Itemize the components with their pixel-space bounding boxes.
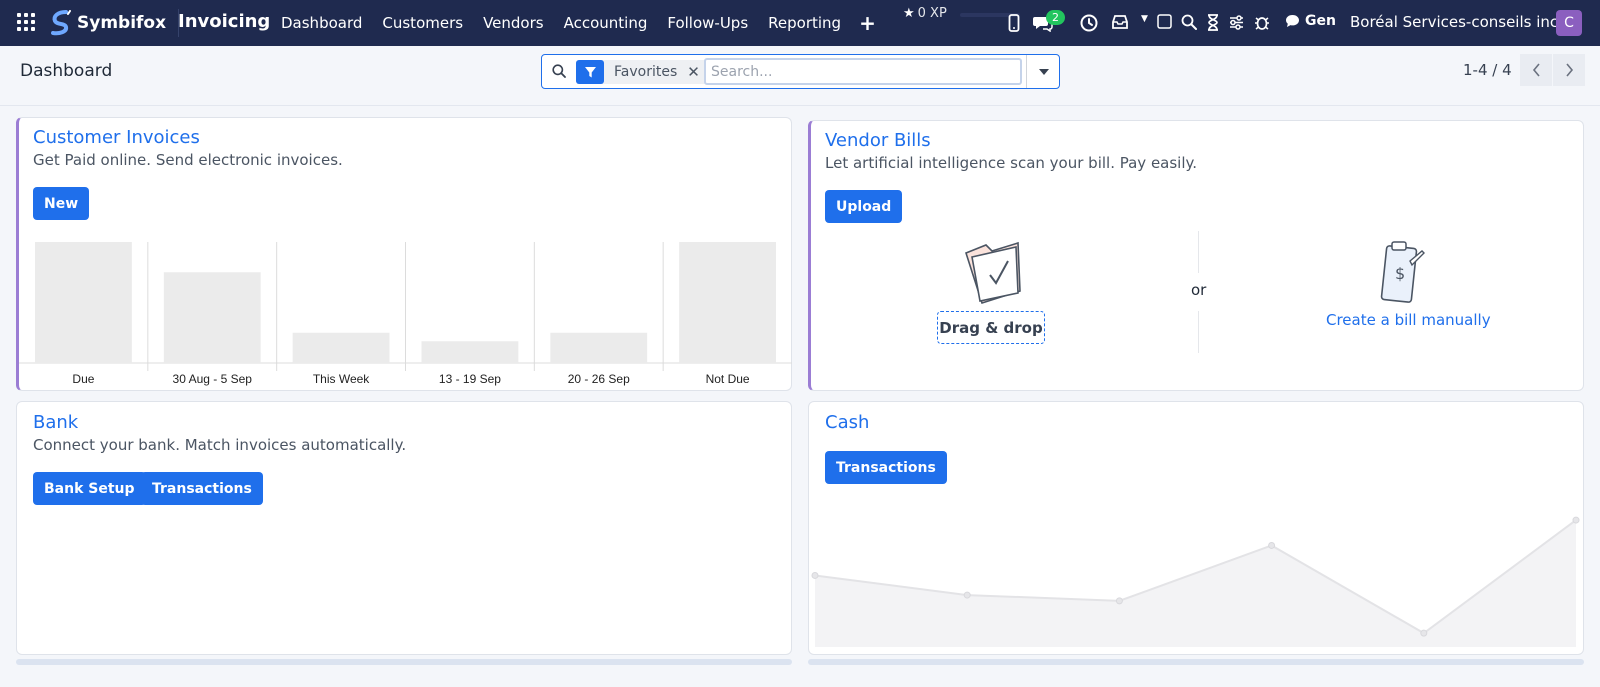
chart-area xyxy=(815,520,1576,647)
inbox-icon[interactable] xyxy=(1112,15,1128,29)
chart-point[interactable] xyxy=(811,571,819,579)
menu-item-customers[interactable]: Customers xyxy=(372,0,473,46)
chevron-right-icon xyxy=(1565,63,1573,77)
card-title[interactable]: Vendor Bills xyxy=(825,130,931,151)
gen-assistant-button[interactable]: Gen xyxy=(1285,13,1336,29)
chart-bar[interactable] xyxy=(679,242,776,363)
add-menu-icon[interactable]: + xyxy=(851,11,884,35)
menu-item-follow-ups[interactable]: Follow-Ups xyxy=(657,0,758,46)
svg-text:$: $ xyxy=(1395,264,1405,283)
clock-icon[interactable] xyxy=(1080,14,1098,32)
chart-bar[interactable] xyxy=(550,332,648,363)
divider xyxy=(1198,231,1199,273)
chart-point[interactable] xyxy=(1268,541,1276,549)
chart-point[interactable] xyxy=(1115,597,1123,605)
card-description: Connect your bank. Match invoices automa… xyxy=(33,436,407,454)
facet-label: Favorites xyxy=(614,64,678,80)
chart-tick-label: 30 Aug - 5 Sep xyxy=(173,372,253,386)
control-panel: Dashboard Favorites ✕ 1-4 / 4 xyxy=(0,46,1600,106)
cash-card: Cash Transactions xyxy=(808,401,1584,655)
search-options-toggle[interactable] xyxy=(1026,55,1060,88)
drag-drop-zone[interactable]: Drag & drop xyxy=(937,311,1045,344)
search-icon[interactable] xyxy=(552,64,566,78)
app-title[interactable]: Invoicing xyxy=(178,11,270,32)
search-input[interactable] xyxy=(704,58,1022,85)
sliders-icon[interactable] xyxy=(1229,15,1244,30)
scroll-hint-bar xyxy=(808,659,1584,665)
aged-receivables-chart: Due 30 Aug - 5 Sep This Week 13 - 19 Sep 20 … xyxy=(19,242,792,386)
scroll-hint-bar xyxy=(16,659,792,665)
cash-flow-chart xyxy=(811,516,1580,647)
upload-bill-button[interactable]: Upload xyxy=(825,190,903,223)
xp-value: 0 XP xyxy=(917,6,947,21)
create-bill-manually-link[interactable]: Create a bill manually xyxy=(1326,311,1491,329)
card-title[interactable]: Bank xyxy=(33,412,78,433)
bug-icon[interactable] xyxy=(1254,14,1270,31)
gen-label: Gen xyxy=(1305,13,1336,29)
top-navbar: Symbifox Invoicing Dashboard Customers V… xyxy=(0,0,1600,46)
card-description: Let artificial intelligence scan your bi… xyxy=(825,154,1198,172)
menu-item-accounting[interactable]: Accounting xyxy=(554,0,658,46)
chart-point[interactable] xyxy=(1572,516,1580,524)
chart-point[interactable] xyxy=(1420,629,1428,637)
note-icon[interactable] xyxy=(1157,14,1172,29)
caret-down-icon[interactable]: ▼ xyxy=(1141,14,1148,24)
folder-upload-icon xyxy=(965,241,1021,305)
chart-bar[interactable] xyxy=(421,341,519,363)
bank-card: Bank Connect your bank. Match invoices a… xyxy=(16,401,792,655)
menu-item-dashboard[interactable]: Dashboard xyxy=(271,0,372,46)
apps-grid-icon[interactable] xyxy=(17,13,35,31)
company-switcher[interactable]: Boréal Services-conseils inc. xyxy=(1350,13,1563,31)
chart-tick-label: 13 - 19 Sep xyxy=(439,372,501,386)
vendor-bills-card: Vendor Bills Let artificial intelligence… xyxy=(808,120,1584,391)
speech-bubble-icon xyxy=(1286,15,1299,27)
menu-item-reporting[interactable]: Reporting xyxy=(758,0,851,46)
search-icon[interactable] xyxy=(1181,14,1197,30)
brand-logo[interactable]: Symbifox xyxy=(50,9,180,37)
divider xyxy=(1198,311,1199,353)
chart-tick-label: Due xyxy=(72,372,94,386)
search-bar: Favorites ✕ xyxy=(541,54,1060,89)
symbifox-logo-icon xyxy=(51,10,71,36)
brand-name: Symbifox xyxy=(77,13,167,33)
main-menu: Dashboard Customers Vendors Accounting F… xyxy=(271,0,884,46)
chart-tick-label: Not Due xyxy=(706,372,750,386)
chart-bar[interactable] xyxy=(35,242,132,363)
or-label: or xyxy=(1191,281,1207,299)
messages-count-badge: 2 xyxy=(1046,10,1065,25)
mobile-icon[interactable] xyxy=(1008,14,1020,32)
chart-point[interactable] xyxy=(963,591,971,599)
pager-previous-button[interactable] xyxy=(1520,54,1552,86)
pager-value[interactable]: 1-4 / 4 xyxy=(1463,61,1512,79)
menu-item-vendors[interactable]: Vendors xyxy=(473,0,554,46)
xp-indicator[interactable]: ★ 0 XP xyxy=(903,6,947,21)
pager-next-button[interactable] xyxy=(1553,54,1585,86)
customer-invoices-card: Customer Invoices Get Paid online. Send … xyxy=(16,117,792,391)
star-icon: ★ xyxy=(903,6,915,21)
bank-setup-button[interactable]: Bank Setup xyxy=(33,472,146,505)
chart-bar[interactable] xyxy=(163,272,261,363)
caret-down-icon xyxy=(1038,68,1049,75)
chart-bar[interactable] xyxy=(292,332,390,363)
hourglass-icon[interactable] xyxy=(1207,14,1219,31)
page-title: Dashboard xyxy=(20,61,113,81)
chevron-left-icon xyxy=(1532,63,1540,77)
chart-tick-label: 20 - 26 Sep xyxy=(568,372,630,386)
chart-tick-label: This Week xyxy=(313,372,370,386)
bill-clipboard-icon: $ xyxy=(1380,241,1425,303)
user-avatar[interactable]: C xyxy=(1556,10,1582,36)
favorites-facet[interactable]: Favorites ✕ xyxy=(576,60,708,84)
transactions-button[interactable]: Transactions xyxy=(141,472,263,505)
filter-icon xyxy=(576,60,604,84)
